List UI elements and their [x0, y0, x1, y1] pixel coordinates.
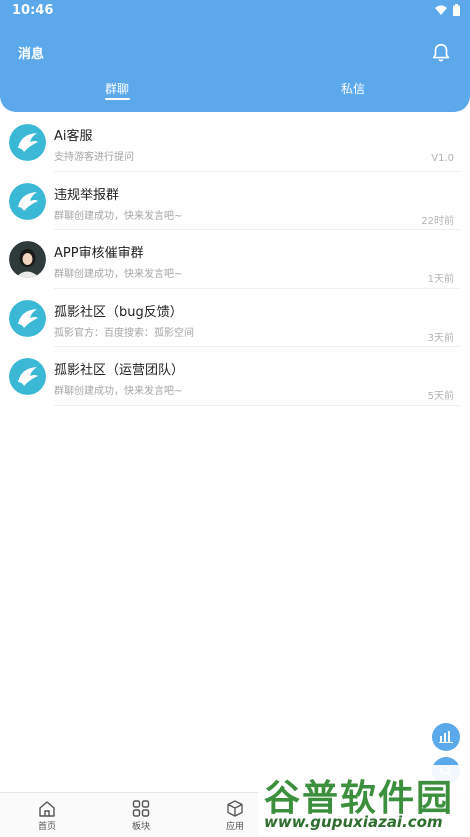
wifi-icon [435, 5, 447, 15]
notification-bell-icon[interactable] [430, 42, 452, 64]
nav-board[interactable]: 板块 [94, 793, 188, 837]
status-bar: 10:46 [0, 0, 470, 22]
divider [54, 404, 460, 406]
bar-chart-icon [439, 731, 453, 743]
watermark-logo: 谷普软件园 www.gupuxiazai.com [258, 765, 470, 837]
chat-item-app-review[interactable]: APP审核催审群 群聊创建成功，快来发言吧~ 1天前 [0, 230, 470, 289]
chat-item-bug-feedback[interactable]: 孤影社区（bug反馈） 孤影官方：百度搜索：孤影空间 3天前 [0, 289, 470, 347]
chat-name: 孤影社区（运营团队） [54, 363, 185, 378]
nav-label: 首页 [37, 822, 56, 832]
chat-time: 1天前 [427, 274, 454, 285]
cube-icon [227, 800, 243, 817]
chat-preview: 群聊创建成功，快来发言吧~ [54, 210, 183, 222]
tab-private-message[interactable]: 私信 [341, 80, 365, 97]
grid-icon [132, 800, 150, 817]
battery-icon [453, 4, 460, 16]
chat-name: APP审核催审群 [54, 246, 144, 261]
chat-time: 22时前 [421, 215, 454, 227]
status-time: 10:46 [12, 3, 54, 18]
chat-name: 孤影社区（bug反馈） [54, 304, 183, 320]
chat-item-ops-team[interactable]: 孤影社区（运营团队） 群聊创建成功，快来发言吧~ 5天前 [0, 347, 470, 406]
chat-item-ai-service[interactable]: Ai客服 支持游客进行提问 V1.0 [0, 113, 470, 172]
chat-list: Ai客服 支持游客进行提问 V1.0 违规举报群 群聊创建成功，快来发言吧~ 2… [0, 113, 470, 406]
bird-logo-avatar [9, 299, 46, 337]
bird-logo-avatar [9, 182, 46, 220]
chat-preview: 群聊创建成功，快来发言吧~ [54, 386, 183, 397]
chat-time: 5天前 [427, 391, 454, 402]
chat-preview: 孤影官方：百度搜索：孤影空间 [54, 327, 194, 339]
bird-logo-avatar [9, 358, 46, 395]
chat-time: 3天前 [427, 332, 454, 344]
chat-name: Ai客服 [54, 129, 93, 144]
person-photo-avatar [9, 241, 46, 278]
bird-logo-avatar [9, 124, 46, 161]
nav-label: 板块 [131, 822, 150, 832]
active-tab-indicator [105, 98, 130, 100]
nav-home[interactable]: 首页 [0, 793, 94, 837]
stats-button[interactable] [432, 723, 460, 751]
page-title: 消息 [18, 47, 45, 62]
home-icon [39, 801, 55, 817]
tab-group-chat[interactable]: 群聊 [105, 80, 129, 97]
chat-name: 违规举报群 [54, 187, 120, 203]
chat-preview: 支持游客进行提问 [54, 152, 134, 163]
chat-time: V1.0 [431, 153, 454, 164]
chat-preview: 群聊创建成功，快来发言吧~ [54, 269, 183, 280]
chat-item-report[interactable]: 违规举报群 群聊创建成功，快来发言吧~ 22时前 [0, 172, 470, 230]
watermark-url: www.gupuxiazai.com [264, 813, 443, 831]
system-icons [435, 4, 460, 16]
header: 10:46 消息 群聊 私信 [0, 0, 470, 112]
